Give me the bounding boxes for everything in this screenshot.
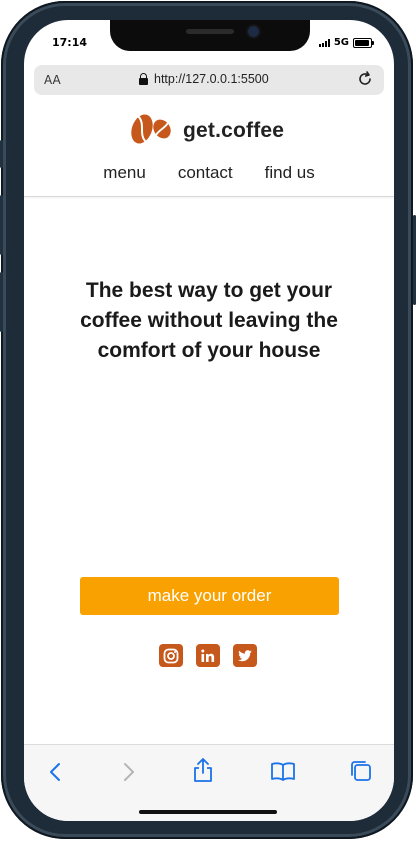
home-indicator — [139, 810, 277, 814]
twitter-icon[interactable] — [233, 644, 257, 667]
network-label: 5G — [333, 37, 349, 48]
address-bar[interactable]: AA http://127.0.0.1:5500 — [34, 65, 384, 95]
lock-icon — [139, 72, 148, 85]
reload-icon[interactable] — [356, 70, 374, 92]
notch — [110, 20, 310, 51]
volume-up-button — [0, 195, 3, 255]
front-camera — [248, 26, 259, 37]
url-text: http://127.0.0.1:5500 — [154, 72, 269, 86]
text-size-button[interactable]: AA — [44, 73, 61, 87]
site-header: get.coffee menu contact find us — [24, 104, 394, 197]
volume-down-button — [0, 272, 3, 332]
back-icon[interactable] — [46, 761, 66, 787]
share-icon[interactable] — [192, 757, 214, 787]
speaker — [186, 29, 234, 34]
tabs-icon[interactable] — [349, 759, 373, 787]
bookmarks-icon[interactable] — [270, 760, 296, 786]
text-size-label: AA — [44, 73, 61, 87]
signal-icon — [318, 38, 330, 47]
nav-contact[interactable]: contact — [178, 163, 233, 183]
nav-menu[interactable]: menu — [103, 163, 146, 183]
phone-screen: 17:14 5G AA http://127.0.0.1:5500 get.co… — [24, 20, 394, 821]
linkedin-icon[interactable] — [196, 644, 220, 667]
social-links — [159, 644, 257, 667]
nav-find-us[interactable]: find us — [265, 163, 315, 183]
instagram-icon[interactable] — [159, 644, 183, 667]
make-order-button[interactable]: make your order — [80, 577, 339, 615]
url-display[interactable]: http://127.0.0.1:5500 — [139, 72, 269, 86]
status-indicators: 5G — [318, 37, 374, 48]
brand[interactable]: get.coffee — [129, 112, 284, 150]
mute-switch — [0, 140, 3, 168]
battery-icon — [353, 37, 374, 48]
main-nav: menu contact find us — [24, 163, 394, 183]
status-time: 17:14 — [52, 36, 88, 49]
coffee-beans-logo-icon — [129, 112, 175, 150]
hero-headline: The best way to get your coffee without … — [80, 279, 338, 362]
forward-icon[interactable] — [118, 761, 138, 787]
brand-name: get.coffee — [183, 119, 285, 142]
